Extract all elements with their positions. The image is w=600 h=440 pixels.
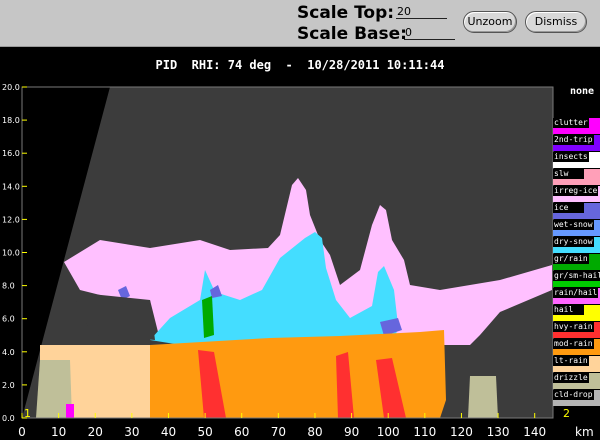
x-tick-label: 30: [124, 425, 139, 439]
y-tick-label: 4.0: [2, 348, 15, 357]
legend-item-cld-drop: cld-drop: [553, 390, 600, 406]
y-tick-label: 20.0: [2, 83, 20, 92]
y-tick-label: 8.0: [2, 282, 15, 291]
legend-item-clutter: clutter: [553, 118, 600, 134]
y-tick-label: 12.0: [2, 215, 20, 224]
legend-item-irreg-ice: irreg-ice: [553, 186, 600, 202]
clutter-near-origin: [66, 404, 74, 418]
corner-marker-left: 1: [24, 407, 31, 420]
x-tick-label: 60: [234, 425, 249, 439]
legend-swatch: [584, 203, 600, 215]
legend-label: rain/hail: [553, 288, 599, 298]
legend-label: slw: [553, 169, 570, 179]
legend-label: dry-snow: [553, 237, 594, 247]
x-tick-label: 70: [271, 425, 286, 439]
legend-item-ice: ice: [553, 203, 600, 219]
y-tick-label: 18.0: [2, 116, 20, 125]
x-tick-label: 10: [51, 425, 66, 439]
y-tick-label: 16.0: [2, 149, 20, 158]
x-tick-label: 110: [413, 425, 436, 439]
x-tick-label: 50: [197, 425, 212, 439]
legend-label: cld-drop: [553, 390, 594, 400]
legend-label: hail: [553, 305, 575, 315]
legend-label: gr/rain: [553, 254, 589, 264]
legend-label: 2nd-trip: [553, 135, 594, 145]
legend-label: drizzle: [553, 373, 589, 383]
x-tick-label: 120: [450, 425, 473, 439]
y-tick-label: 10.0: [2, 249, 20, 258]
legend-label: irreg-ice: [553, 186, 599, 196]
legend-item-insects: insects: [553, 152, 600, 168]
legend-item-rain-hail: rain/hail: [553, 288, 600, 304]
y-axis: 0.0 2.0 4.0 6.0 8.0 10.0 12.0 14.0 16.0 18.0 20.0: [2, 83, 27, 423]
legend-label: clutter: [553, 118, 589, 128]
radar-display-window: Scale Top: Scale Base: Unzoom Dismiss PI…: [0, 0, 600, 440]
legend-item-2nd-trip: 2nd-trip: [553, 135, 600, 151]
x-tick-label: 80: [307, 425, 322, 439]
y-tick-label: 0.0: [2, 414, 15, 423]
legend-label: insects: [553, 152, 589, 162]
legend-label: gr/sm-hail: [553, 271, 600, 281]
legend-none-label: none: [570, 86, 595, 97]
legend-label: hvy-rain: [553, 322, 594, 332]
x-axis-unit: km: [575, 425, 594, 439]
legend-item-gr-sm-hail: gr/sm-hail: [553, 271, 600, 287]
x-tick-label: 0: [18, 425, 26, 439]
x-tick-label: 20: [88, 425, 103, 439]
legend-item-slw: slw: [553, 169, 600, 185]
rhi-plot[interactable]: 0.0 2.0 4.0 6.0 8.0 10.0 12.0 14.0 16.0 18.0 2 0.0 …: [0, 0, 600, 440]
y-tick-label: 14.0: [2, 182, 20, 191]
x-tick-label: 100: [377, 425, 400, 439]
legend-swatch: [584, 305, 600, 317]
x-tick-label: 140: [523, 425, 546, 439]
legend-item-dry-snow: dry-snow: [553, 237, 600, 253]
legend-label: wet-snow: [553, 220, 594, 230]
legend-item-gr-rain: gr/rain: [553, 254, 600, 270]
legend-swatch: [584, 169, 600, 181]
legend-label: ice: [553, 203, 570, 213]
y-tick-label: 6.0: [2, 315, 15, 324]
legend-item-drizzle: drizzle: [553, 373, 600, 389]
x-tick-label: 40: [161, 425, 176, 439]
legend-item-wet-snow: wet-snow: [553, 220, 600, 236]
legend-item-lt-rain: lt-rain: [553, 356, 600, 372]
legend-label: lt-rain: [553, 356, 589, 366]
x-tick-label: 130: [487, 425, 510, 439]
legend-label: mod-rain: [553, 339, 594, 349]
legend-item-hvy-rain: hvy-rain: [553, 322, 600, 338]
gr-rain-patches: [202, 296, 214, 338]
legend-item-hail: hail: [553, 305, 600, 321]
y-tick-label: 2.0: [2, 381, 15, 390]
legend-item-mod-rain: mod-rain: [553, 339, 600, 355]
x-tick-label: 90: [344, 425, 359, 439]
corner-marker-right: 2: [563, 407, 570, 420]
